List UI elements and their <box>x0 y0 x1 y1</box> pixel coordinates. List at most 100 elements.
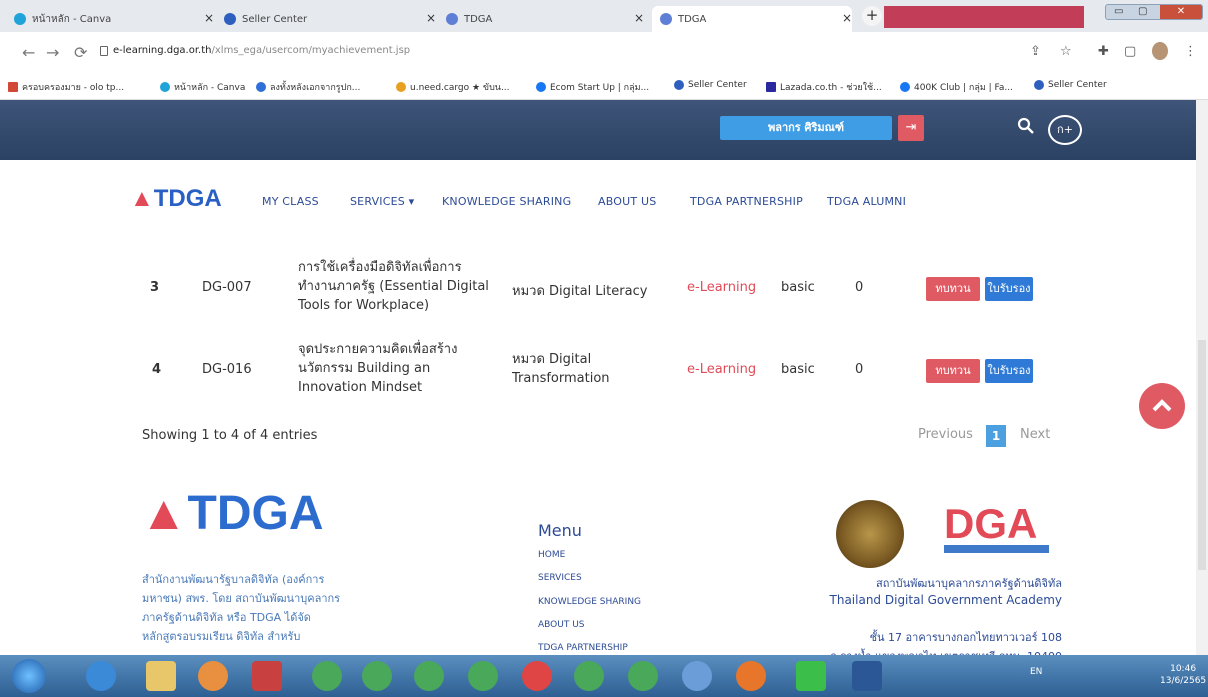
window-controls: ▭ ▢ ✕ <box>1105 4 1203 20</box>
forward-icon[interactable]: → <box>46 43 59 62</box>
browser-tab[interactable]: หน้าหลัก - Canva × <box>14 6 214 32</box>
course-title-line: Innovation Mindset <box>298 380 423 395</box>
footer-desc-line: ภาครัฐด้านดิจิทัล หรือ TDGA ได้จัด <box>142 611 311 624</box>
course-title: การใช้เครื่องมือดิจิทัลเพื่อการ ทำงานภาค… <box>298 258 489 315</box>
tab-label: TDGA <box>678 13 707 25</box>
bookmark-item[interactable]: Ecom Start Up | กลุ่ม... <box>536 80 649 94</box>
course-type: e-Learning <box>687 280 757 295</box>
tdga-logo[interactable]: ▲TDGA <box>130 185 222 213</box>
media-player-icon[interactable] <box>198 661 228 691</box>
browser-tab-active[interactable]: TDGA × <box>652 6 852 32</box>
search-icon[interactable] <box>1017 117 1037 137</box>
scrollbar-thumb[interactable] <box>1198 340 1206 570</box>
close-tab-icon[interactable]: × <box>634 11 644 25</box>
bookmark-label: Lazada.co.th - ช่วยใช้... <box>780 83 882 93</box>
footer-menu-knowledge-sharing[interactable]: KNOWLEDGE SHARING <box>538 597 641 607</box>
review-button[interactable]: ทบทวน <box>926 277 980 301</box>
certificate-button[interactable]: ใบรับรอง <box>985 277 1033 301</box>
bookmark-star-icon[interactable]: ☆ <box>1060 44 1072 59</box>
seller-center-icon <box>224 13 236 25</box>
close-window-icon[interactable]: ✕ <box>1160 5 1202 19</box>
chrome-icon[interactable] <box>414 661 444 691</box>
course-category-line: หมวด Digital Literacy <box>512 284 648 299</box>
bookmark-label: 400K Club | กลุ่ม | Fa... <box>914 83 1013 93</box>
profile-avatar[interactable] <box>1152 42 1168 60</box>
share-icon[interactable]: ⇪ <box>1030 44 1041 59</box>
pagination-page-1[interactable]: 1 <box>986 425 1006 447</box>
sidepanel-icon[interactable]: ▢ <box>1124 44 1136 59</box>
cargo-icon <box>396 82 406 92</box>
start-button[interactable] <box>12 659 46 693</box>
nav-knowledge-sharing[interactable]: KNOWLEDGE SHARING <box>442 195 571 208</box>
user-name-button[interactable]: พลากร ศิริมณฑ์ <box>720 116 892 140</box>
chrome-icon[interactable] <box>312 661 342 691</box>
nav-my-class[interactable]: MY CLASS <box>262 195 319 208</box>
browser-tab[interactable]: TDGA × <box>446 6 644 32</box>
bookmark-item[interactable]: Seller Center <box>674 80 747 90</box>
app-icon[interactable] <box>252 661 282 691</box>
review-button[interactable]: ทบทวน <box>926 359 980 383</box>
reload-icon[interactable]: ⟳ <box>74 43 87 62</box>
line-icon[interactable] <box>796 661 826 691</box>
maximize-icon[interactable]: ▢ <box>1138 6 1147 17</box>
tdga-icon <box>660 13 672 25</box>
font-size-button[interactable]: ก+ <box>1048 115 1082 145</box>
course-type: e-Learning <box>687 362 757 377</box>
minimize-icon[interactable]: ▭ <box>1114 6 1123 17</box>
bookmark-item[interactable]: ครอบครองมาย - olo tp... <box>8 80 124 94</box>
search-icon-svg <box>1017 117 1034 134</box>
extensions-icon[interactable]: ✚ <box>1098 44 1109 59</box>
chrome-icon[interactable] <box>682 661 712 691</box>
page-scrollbar[interactable] <box>1196 100 1208 655</box>
course-title-line: จุดประกายความคิดเพื่อสร้าง <box>298 342 458 357</box>
internet-explorer-icon[interactable] <box>86 661 116 691</box>
system-tray-language[interactable]: EN <box>1030 667 1042 677</box>
url-input[interactable]: e-learning.dga.or.th/xlms_ega/usercom/my… <box>113 45 410 56</box>
nav-about-us[interactable]: ABOUT US <box>598 195 656 208</box>
footer-menu-services[interactable]: SERVICES <box>538 573 582 583</box>
firefox-icon[interactable] <box>736 661 766 691</box>
address-bar: ← → ⟳ e-learning.dga.or.th/xlms_ega/user… <box>0 32 1208 72</box>
close-tab-icon[interactable]: × <box>842 11 852 25</box>
close-tab-icon[interactable]: × <box>204 11 214 25</box>
bookmark-item[interactable]: หน้าหลัก - Canva <box>160 80 245 94</box>
logout-icon[interactable]: ⇥ <box>898 115 924 141</box>
course-level: basic <box>781 362 815 377</box>
footer-menu-tdga-partnership[interactable]: TDGA PARTNERSHIP <box>538 643 628 653</box>
scroll-to-top-button[interactable] <box>1139 383 1185 429</box>
certificate-button[interactable]: ใบรับรอง <box>985 359 1033 383</box>
bookmark-item[interactable]: Seller Center <box>1034 80 1107 90</box>
new-tab-button[interactable]: + <box>862 6 882 26</box>
close-tab-icon[interactable]: × <box>426 11 436 25</box>
opera-icon[interactable] <box>522 661 552 691</box>
row-number: 4 <box>152 362 162 377</box>
nav-tdga-alumni[interactable]: TDGA ALUMNI <box>827 195 906 208</box>
bookmark-item[interactable]: u.need.cargo ★ ขับน... <box>396 80 510 94</box>
bookmark-item[interactable]: 400K Club | กลุ่ม | Fa... <box>900 80 1013 94</box>
chrome-icon[interactable] <box>628 661 658 691</box>
chevron-up-icon <box>1152 399 1172 412</box>
pagination-next[interactable]: Next <box>1020 427 1050 442</box>
back-icon[interactable]: ← <box>22 43 35 62</box>
bookmark-item[interactable]: Lazada.co.th - ช่วยใช้... <box>766 80 882 94</box>
chrome-icon[interactable] <box>574 661 604 691</box>
bookmark-site-icon <box>256 82 266 92</box>
nav-services[interactable]: SERVICES ▾ <box>350 195 414 208</box>
browser-tab[interactable]: Seller Center × <box>224 6 436 32</box>
chrome-icon[interactable] <box>468 661 498 691</box>
chrome-icon[interactable] <box>362 661 392 691</box>
footer-menu-about-us[interactable]: ABOUT US <box>538 620 585 630</box>
tab-strip-highlight <box>884 6 1084 28</box>
footer-menu-home[interactable]: HOME <box>538 550 565 560</box>
nav-tdga-partnership[interactable]: TDGA PARTNERSHIP <box>690 195 803 208</box>
pagination-previous[interactable]: Previous <box>918 427 973 442</box>
file-explorer-icon[interactable] <box>146 661 176 691</box>
word-icon[interactable] <box>852 661 882 691</box>
academy-name-th: สถาบันพัฒนาบุคลากรภาครัฐด้านดิจิทัล <box>876 577 1062 590</box>
clock[interactable]: 10:46 13/6/2565 <box>1160 663 1206 687</box>
course-title-line: ทำงานภาครัฐ (Essential Digital <box>298 279 489 294</box>
course-category: หมวด Digital Literacy <box>512 280 647 301</box>
browser-menu-icon[interactable]: ⋮ <box>1184 44 1197 59</box>
footer-menu-title: Menu <box>538 521 582 540</box>
bookmark-item[interactable]: ลงทั้งหลังเอกจากรูปก... <box>256 80 360 94</box>
